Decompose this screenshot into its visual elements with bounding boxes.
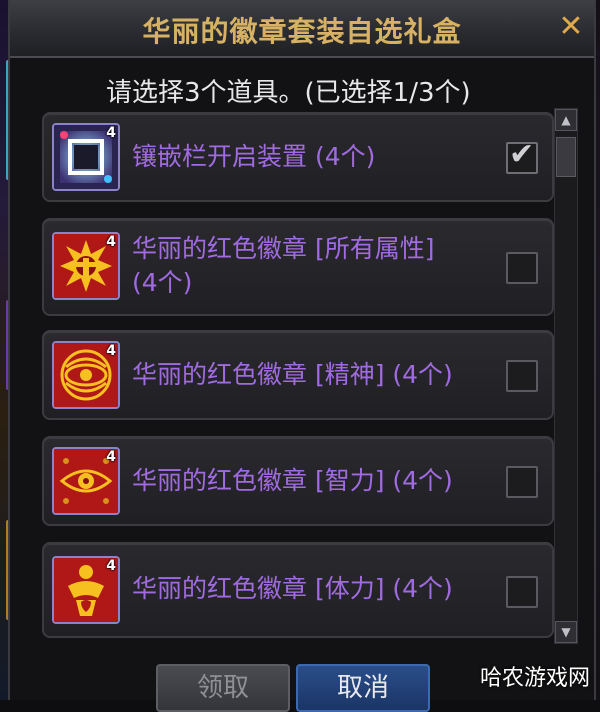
item-row-vitality[interactable]: 4 华丽的红色徽章 [体力] (4个) <box>42 542 554 638</box>
item-quantity: 4 <box>106 558 116 574</box>
gift-box-dialog: 华丽的徽章套装自选礼盒 ✕ 请选择3个道具。(已选择1/3个) 4 镶嵌栏开启装… <box>8 0 596 700</box>
scroll-down-icon[interactable]: ▼ <box>555 621 577 643</box>
socket-opener-icon: 4 <box>52 123 120 191</box>
item-checkbox[interactable]: ✔ <box>506 138 538 174</box>
item-row-all-stats[interactable]: 4 华丽的红色徽章 [所有属性] (4个) <box>42 218 554 316</box>
scroll-up-icon[interactable]: ▲ <box>555 109 577 131</box>
item-row-intelligence[interactable]: 4 华丽的红色徽章 [智力] (4个) <box>42 436 554 526</box>
dialog-title: 华丽的徽章套装自选礼盒 <box>142 15 462 48</box>
red-emblem-intelligence-icon: 4 <box>52 447 120 515</box>
item-name: 华丽的红色徽章 [体力] (4个) <box>132 574 453 603</box>
item-quantity: 4 <box>106 125 116 141</box>
item-name: 华丽的红色徽章 [所有属性] <box>132 234 435 263</box>
item-quantity: 4 <box>106 449 116 465</box>
item-checkbox[interactable] <box>506 360 538 392</box>
cancel-button[interactable]: 取消 <box>296 664 430 712</box>
item-name: 华丽的红色徽章 [精神] (4个) <box>132 360 453 389</box>
red-emblem-spirit-icon: 4 <box>52 341 120 409</box>
item-name-line2: (4个) <box>132 268 193 297</box>
dialog-titlebar: 华丽的徽章套装自选礼盒 ✕ <box>10 0 594 58</box>
item-list-scrollbar[interactable]: ▲ ▼ <box>554 108 578 644</box>
checkmark-icon: ✔ <box>509 137 535 172</box>
item-row-socket-opener[interactable]: 4 镶嵌栏开启装置 (4个) ✔ <box>42 112 554 202</box>
item-row-spirit[interactable]: 4 华丽的红色徽章 [精神] (4个) <box>42 330 554 420</box>
red-emblem-vitality-icon: 4 <box>52 556 120 624</box>
selection-instruction: 请选择3个道具。(已选择1/3个) <box>106 78 471 108</box>
scroll-thumb[interactable] <box>556 137 576 177</box>
item-quantity: 4 <box>106 343 116 359</box>
item-checkbox[interactable] <box>506 576 538 608</box>
item-checkbox[interactable] <box>506 466 538 498</box>
claim-button[interactable]: 领取 <box>156 664 290 712</box>
item-checkbox[interactable] <box>506 252 538 284</box>
watermark: 哈农游戏网 <box>479 666 590 691</box>
close-icon[interactable]: ✕ <box>556 12 586 42</box>
item-quantity: 4 <box>106 234 116 250</box>
item-name: 镶嵌栏开启装置 (4个) <box>132 142 376 171</box>
item-name: 华丽的红色徽章 [智力] (4个) <box>132 466 453 495</box>
item-list: 4 镶嵌栏开启装置 (4个) ✔ 4 华丽的红色徽章 [所有属性] (4个) 4… <box>36 108 562 648</box>
red-emblem-all-stats-icon: 4 <box>52 232 120 300</box>
